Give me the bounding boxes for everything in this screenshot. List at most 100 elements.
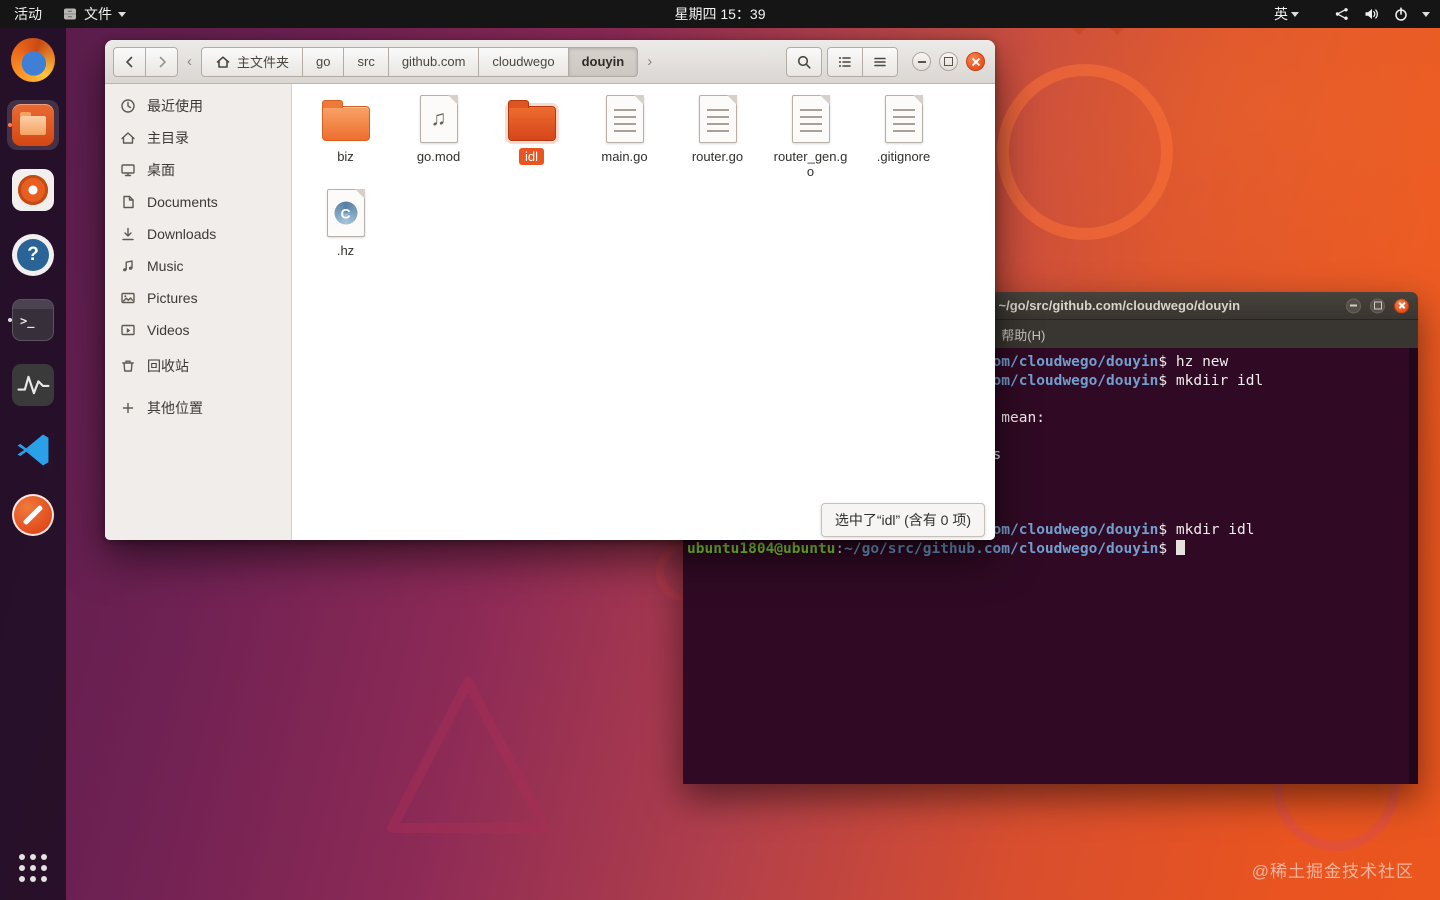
forward-button[interactable] [145,46,178,77]
hamburger-icon [874,57,886,66]
sidebar-item-desktop[interactable]: 桌面 [105,154,291,186]
files-window: ‹ 主文件夹 go src github.com cloudwego douyi… [105,40,995,540]
network-icon [1335,8,1348,20]
sidebar-item-videos[interactable]: Videos [105,314,291,346]
dock-item-firefox[interactable] [7,35,59,85]
dock [0,28,66,900]
system-tray[interactable]: 英 [1274,4,1430,24]
file-item-gitignore[interactable]: .gitignore [857,88,950,182]
running-indicator [8,123,12,127]
breadcrumb-cloudwego[interactable]: cloudwego [478,46,569,77]
files-minimize-button[interactable] [912,52,931,71]
firefox-icon [11,38,55,82]
clock[interactable]: 星期四 15：39 [0,4,1440,24]
downloads-icon [122,227,134,241]
sidebar-item-home[interactable]: 主目录 [105,122,291,154]
sidebar-item-documents[interactable]: Documents [105,186,291,218]
power-icon [1395,7,1407,21]
dock-item-terminal[interactable] [7,295,59,345]
files-app-icon [64,8,76,20]
files-content-area[interactable]: biz go.mod idl main.go [292,84,995,540]
file-item-hz[interactable]: .hz [299,182,392,276]
text-file-icon [884,95,923,143]
breadcrumb-douyin-current[interactable]: douyin [567,46,639,77]
terminal-maximize-button[interactable] [1370,298,1385,313]
dock-item-files[interactable] [7,100,59,150]
sidebar-item-trash[interactable]: 回收站 [105,350,291,382]
add-icon [122,402,134,414]
vscode-icon [11,428,55,472]
pictures-icon [121,292,135,304]
files-close-button[interactable] [966,52,985,71]
selection-status-tooltip: 选中了“idl” (含有 0 项) [820,503,985,537]
desktop-icon [121,164,135,177]
dock-item-vscode[interactable] [7,425,59,475]
app-menu[interactable]: 文件 [62,4,126,24]
files-maximize-button[interactable] [939,52,958,71]
terminal-icon [12,299,54,341]
list-view-icon [839,56,851,67]
text-file-icon [605,95,644,143]
terminal-minimize-button[interactable] [1346,298,1361,313]
home-icon [216,55,230,68]
file-item-biz[interactable]: biz [299,88,392,182]
terminal-close-button[interactable] [1394,298,1409,313]
recent-icon [121,99,135,113]
window-menu-button[interactable] [862,46,898,77]
chevron-down-icon [1422,11,1430,17]
home-icon [121,132,135,144]
breadcrumb-home[interactable]: 主文件夹 [201,46,304,77]
chevron-down-icon [1291,11,1299,17]
files-icon [12,104,54,146]
view-toggle-button[interactable] [827,46,863,77]
file-item-router-go[interactable]: router.go [671,88,764,182]
back-button[interactable] [113,46,146,77]
hz-file-icon [326,189,365,237]
sidebar-item-other-locations[interactable]: 其他位置 [105,392,291,424]
sidebar-item-recent[interactable]: 最近使用 [105,90,291,122]
audio-file-icon [419,95,458,143]
help-icon [12,234,54,276]
path-scroll-right-icon[interactable]: › [643,53,656,70]
top-bar: 活动 文件 星期四 15：39 英 [0,0,1440,28]
terminal-prompt-line: ubuntu1804@ubuntu:~/go/src/github.com/cl… [687,539,1416,559]
breadcrumb-src[interactable]: src [343,46,389,77]
terminal-menu-help[interactable]: 帮助(H) [992,325,1054,344]
sidebar-item-music[interactable]: Music [105,250,291,282]
file-item-idl-selected[interactable]: idl [485,88,578,182]
terminal-scrollbar[interactable] [1409,348,1418,784]
input-method-indicator[interactable]: 英 [1274,4,1299,24]
system-monitor-icon [12,364,54,406]
pen-app-icon [12,494,54,536]
file-item-router-gen-go[interactable]: router_gen.go [764,88,857,182]
file-item-main-go[interactable]: main.go [578,88,671,182]
terminal-cursor [1175,539,1185,555]
file-item-go-mod[interactable]: go.mod [392,88,485,182]
folder-icon-selected [507,100,556,141]
sidebar-item-downloads[interactable]: Downloads [105,218,291,250]
desktop: @稀土掘金技术社区 ubuntu1804@ubuntu: ~/go/src/gi… [0,0,1440,900]
dock-item-rhythmbox[interactable] [7,165,59,215]
documents-icon [123,195,134,209]
trash-icon [122,360,134,372]
activities-button[interactable]: 活动 [14,4,42,24]
dock-item-pen-app[interactable] [7,490,59,540]
dock-item-system-monitor[interactable] [7,360,59,410]
folder-icon [321,100,370,141]
files-sidebar: 最近使用 主目录 桌面 Documents Downloads Music Pi… [105,84,292,540]
sidebar-item-pictures[interactable]: Pictures [105,282,291,314]
path-scroll-left-icon[interactable]: ‹ [183,53,196,70]
music-icon [123,260,133,272]
watermark: @稀土掘金技术社区 [1251,862,1414,881]
breadcrumb-github[interactable]: github.com [387,46,480,77]
search-button[interactable] [786,46,822,77]
dock-item-help[interactable] [7,230,59,280]
search-icon [797,55,811,69]
breadcrumb-go[interactable]: go [302,46,345,77]
chevron-down-icon [118,11,126,17]
show-applications-button[interactable] [13,848,53,888]
volume-icon [1365,9,1378,19]
rhythmbox-icon [12,169,54,211]
files-header-bar[interactable]: ‹ 主文件夹 go src github.com cloudwego douyi… [105,40,995,84]
breadcrumb: 主文件夹 go src github.com cloudwego douyin [201,46,639,77]
